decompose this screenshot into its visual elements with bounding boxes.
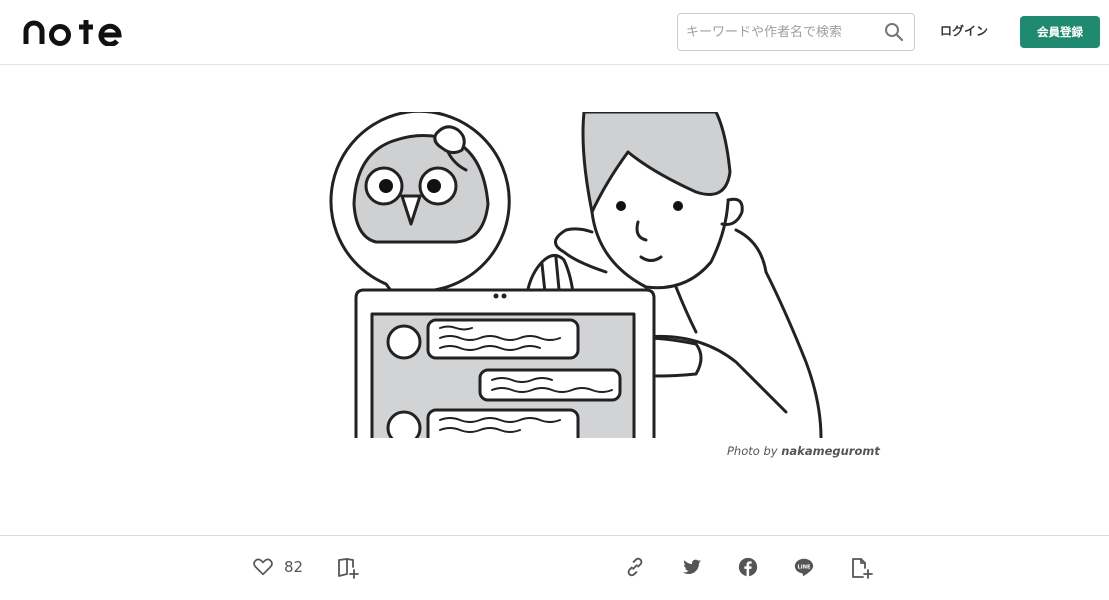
site-header: ログイン 会員登録 [0,0,1109,65]
photo-credit: Photo by nakameguromt [727,444,880,458]
heart-icon[interactable] [252,556,274,578]
divider [0,535,1109,536]
svg-text:LINE: LINE [798,564,811,570]
search-box[interactable] [677,13,915,51]
search-icon[interactable] [884,22,904,42]
credit-prefix: Photo by [727,444,778,458]
credit-author[interactable]: nakameguromt [781,444,880,458]
like-count: 82 [284,558,304,576]
line-icon[interactable]: LINE [793,556,815,578]
twitter-icon[interactable] [681,556,703,578]
embed-icon[interactable] [849,556,873,580]
embed-button[interactable] [849,556,873,580]
add-to-magazine-button[interactable] [336,556,360,580]
search-input[interactable] [678,24,884,40]
header-image [316,112,840,438]
share-line-button[interactable]: LINE [793,556,815,578]
share-facebook-button[interactable] [737,556,759,578]
link-icon[interactable] [624,556,646,578]
facebook-icon[interactable] [737,556,759,578]
login-link[interactable]: ログイン [940,22,988,39]
copy-link-button[interactable] [624,556,646,578]
signup-button[interactable]: 会員登録 [1020,16,1100,48]
magazine-add-icon[interactable] [336,556,360,580]
like-button[interactable]: 82 [252,556,303,578]
illustration-owl-and-person [329,112,823,438]
note-logo[interactable] [22,18,124,46]
share-twitter-button[interactable] [681,556,703,578]
